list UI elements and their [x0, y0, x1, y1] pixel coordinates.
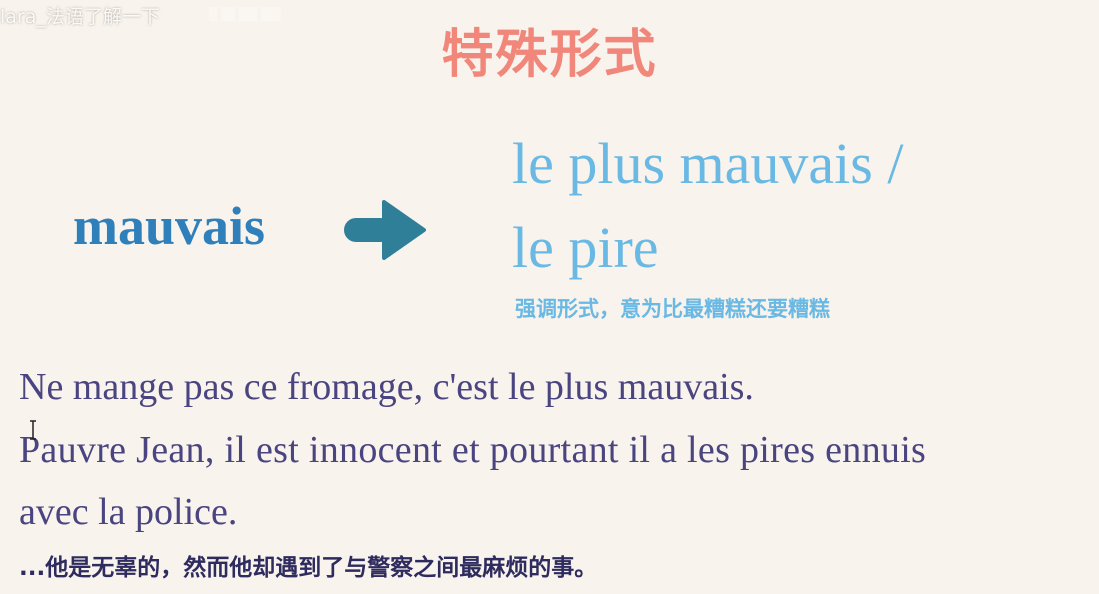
superlative-form-2: le pire: [512, 215, 659, 280]
base-word: mauvais: [73, 196, 266, 256]
emphasis-note: 强调形式，意为比最糟糕还要糟糕: [515, 297, 830, 321]
superlative-form-1: le plus mauvais /: [512, 131, 904, 196]
text-cursor-icon: [30, 420, 36, 440]
slide-title: 特殊形式: [441, 25, 658, 85]
example-sentence-1: Ne mange pas ce fromage, c'est le plus m…: [19, 366, 754, 408]
video-subtitle: ...他是无辜的，然而他却遇到了与警察之间最麻烦的事。: [19, 555, 598, 581]
example-sentence-2: Pauvre Jean, il est innocent et pourtant…: [19, 429, 927, 471]
example-sentence-2-continued: avec la police.: [19, 491, 238, 533]
right-arrow-icon: [344, 200, 426, 260]
slide: lara_法语了解一下 特殊形式 mauvais le plus mauvais…: [0, 0, 1099, 594]
